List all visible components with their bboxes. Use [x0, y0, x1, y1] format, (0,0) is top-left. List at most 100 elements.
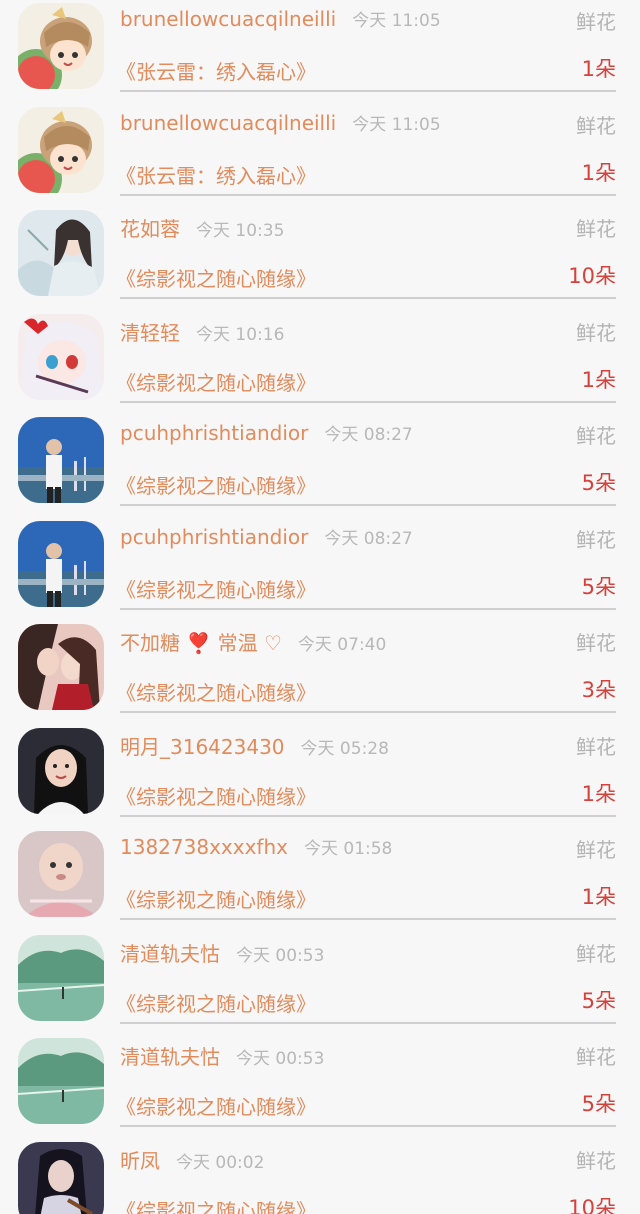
avatar[interactable] [18, 3, 104, 89]
user-name-line: 清道轨夫怙 今天 00:53 [120, 1041, 324, 1070]
user-name[interactable]: brunellowcuacqilneilli [120, 7, 336, 31]
avatar[interactable] [18, 313, 104, 400]
avatar[interactable] [18, 624, 104, 710]
user-name[interactable]: 昕凤 [120, 1149, 160, 1173]
book-title[interactable]: 《综影视之随心随缘》 [116, 884, 316, 913]
book-title[interactable]: 《张云雷：绣入磊心》 [116, 56, 316, 85]
timestamp: 今天 11:05 [352, 11, 441, 31]
gift-record-list: brunellowcuacqilneilli 今天 11:05 鲜花 《张云雷：绣入磊… [0, 0, 640, 1214]
avatar[interactable] [18, 727, 104, 814]
gift-type-label: 鲜花 [576, 320, 616, 345]
row-divider [120, 814, 616, 817]
gift-type-label: 鲜花 [576, 527, 616, 552]
gift-record-row[interactable]: 花如蓉 今天 10:35 鲜花《综影视之随心随缘》 10朵 [0, 199, 640, 303]
gift-count: 1朵 [581, 57, 616, 81]
user-name-line: pcuhphrishtiandior 今天 08:27 [120, 420, 413, 445]
avatar[interactable] [18, 417, 104, 503]
book-title[interactable]: 《综影视之随心随缘》 [116, 988, 316, 1017]
user-name[interactable]: pcuhphrishtiandior [120, 421, 308, 445]
book-title[interactable]: 《综影视之随心随缘》 [116, 1091, 316, 1120]
gift-record-row[interactable]: pcuhphrishtiandior 今天 08:27 鲜花《综影视之随心随缘》 5朵 [0, 406, 640, 510]
book-title[interactable]: 《综影视之随心随缘》 [116, 1195, 316, 1214]
gift-count: 1朵 [581, 781, 616, 806]
user-name-line: 不加糖 ❣️ 常温 ♡ 今天 07:40 [120, 627, 386, 656]
timestamp: 今天 00:53 [236, 945, 325, 966]
user-name[interactable]: 1382738xxxxfhx [120, 835, 288, 859]
gift-count: 5朵 [581, 471, 616, 495]
user-name[interactable]: 明月_316423430 [120, 735, 285, 759]
gift-count: 5朵 [581, 1092, 616, 1116]
gift-type-label: 鲜花 [576, 941, 616, 966]
book-title[interactable]: 《综影视之随心随缘》 [116, 677, 316, 706]
timestamp: 今天 10:35 [196, 221, 285, 241]
timestamp: 今天 07:40 [297, 635, 387, 655]
timestamp: 今天 08:27 [324, 425, 413, 445]
user-name[interactable]: 清道轨夫怙 [120, 1045, 220, 1069]
user-name-line: 明月_316423430 今天 05:28 [120, 731, 389, 760]
user-name[interactable]: 花如蓉 [120, 217, 180, 241]
timestamp: 今天 00:53 [236, 1049, 325, 1069]
user-name[interactable]: 不加糖 ❣️ 常温 ♡ [120, 631, 282, 655]
user-name-line: brunellowcuacqilneilli 今天 11:05 [120, 6, 441, 31]
gift-record-row[interactable]: brunellowcuacqilneilli 今天 11:05 鲜花《张云雷：绣入磊… [0, 96, 640, 200]
gift-count: 10朵 [568, 264, 616, 288]
timestamp: 今天 01:58 [303, 839, 393, 859]
user-name[interactable]: pcuhphrishtiandior [120, 525, 308, 549]
gift-type-label: 鲜花 [576, 424, 616, 448]
book-title[interactable]: 《综影视之随心随缘》 [116, 367, 316, 396]
user-name-line: 昕凤 今天 00:02 [120, 1145, 264, 1174]
avatar[interactable] [18, 1141, 104, 1214]
avatar[interactable] [18, 831, 104, 917]
book-title[interactable]: 《综影视之随心随缘》 [116, 781, 316, 810]
gift-type-label: 鲜花 [576, 838, 616, 862]
avatar[interactable] [18, 210, 104, 296]
gift-record-row[interactable]: pcuhphrishtiandior 今天 08:27 鲜花《综影视之随心随缘》 5朵 [0, 510, 640, 614]
gift-count: 1朵 [581, 885, 616, 909]
avatar[interactable] [18, 520, 104, 607]
gift-type-label: 鲜花 [576, 113, 616, 138]
user-name-line: pcuhphrishtiandior 今天 08:27 [120, 524, 413, 549]
user-name-line: 1382738xxxxfhx 今天 01:58 [120, 834, 392, 859]
user-name[interactable]: brunellowcuacqilneilli [120, 111, 336, 135]
user-name-line: brunellowcuacqilneilli 今天 11:05 [120, 110, 441, 135]
gift-type-label: 鲜花 [576, 217, 616, 241]
timestamp: 今天 05:28 [300, 738, 389, 759]
row-divider [120, 400, 616, 403]
gift-count: 10朵 [568, 1195, 616, 1214]
user-name-line: 清道轨夫怙 今天 00:53 [120, 938, 324, 967]
avatar[interactable] [18, 106, 104, 193]
user-name-line: 清轻轻 今天 10:16 [120, 317, 284, 346]
gift-record-row[interactable]: brunellowcuacqilneilli 今天 11:05 鲜花 《张云雷：绣入磊… [0, 0, 640, 96]
gift-record-row[interactable]: 1382738xxxxfhx 今天 01:58 鲜花《综影视之随心随缘》 1朵 [0, 820, 640, 924]
user-name[interactable]: 清轻轻 [120, 321, 180, 345]
book-title[interactable]: 《综影视之随心随缘》 [116, 470, 316, 499]
row-divider [120, 1021, 616, 1024]
timestamp: 今天 10:16 [196, 324, 285, 345]
gift-record-row[interactable]: 清轻轻 今天 10:16 鲜花《综影视之随心随缘》 1朵 [0, 303, 640, 407]
book-title[interactable]: 《张云雷：绣入磊心》 [116, 160, 316, 189]
gift-record-row[interactable]: 清道轨夫怙 今天 00:53 鲜花 《综影视之随心随缘》 5朵 [0, 924, 640, 1028]
timestamp: 今天 00:02 [176, 1152, 265, 1173]
user-name[interactable]: 清道轨夫怙 [120, 942, 220, 966]
avatar[interactable] [18, 1038, 104, 1124]
row-divider [120, 607, 616, 610]
row-divider [120, 193, 616, 196]
avatar[interactable] [18, 934, 104, 1021]
gift-count: 5朵 [581, 574, 616, 599]
gift-record-row[interactable]: 昕凤 今天 00:02 鲜花《综影视之随心随缘》 10朵 [0, 1131, 640, 1214]
gift-type-label: 鲜花 [576, 1045, 616, 1069]
book-title[interactable]: 《综影视之随心随缘》 [116, 263, 316, 292]
gift-record-row[interactable]: 清道轨夫怙 今天 00:53 鲜花《综影视之随心随缘》 5朵 [0, 1027, 640, 1131]
gift-count: 1朵 [581, 367, 616, 392]
row-divider [120, 297, 616, 299]
row-divider [120, 711, 616, 713]
gift-count: 3朵 [581, 678, 616, 702]
gift-type-label: 鲜花 [576, 1148, 616, 1173]
gift-record-row[interactable]: 不加糖 ❣️ 常温 ♡ 今天 07:40 鲜花《综影视之随心随缘》 3朵 [0, 613, 640, 717]
user-name-line: 花如蓉 今天 10:35 [120, 213, 284, 242]
book-title[interactable]: 《综影视之随心随缘》 [116, 574, 316, 603]
gift-record-row[interactable]: 明月_316423430 今天 05:28 鲜花《综影视之随心随缘》 1朵 [0, 717, 640, 821]
gift-type-label: 鲜花 [576, 734, 616, 759]
row-divider [120, 504, 616, 506]
gift-type-label: 鲜花 [576, 631, 616, 655]
